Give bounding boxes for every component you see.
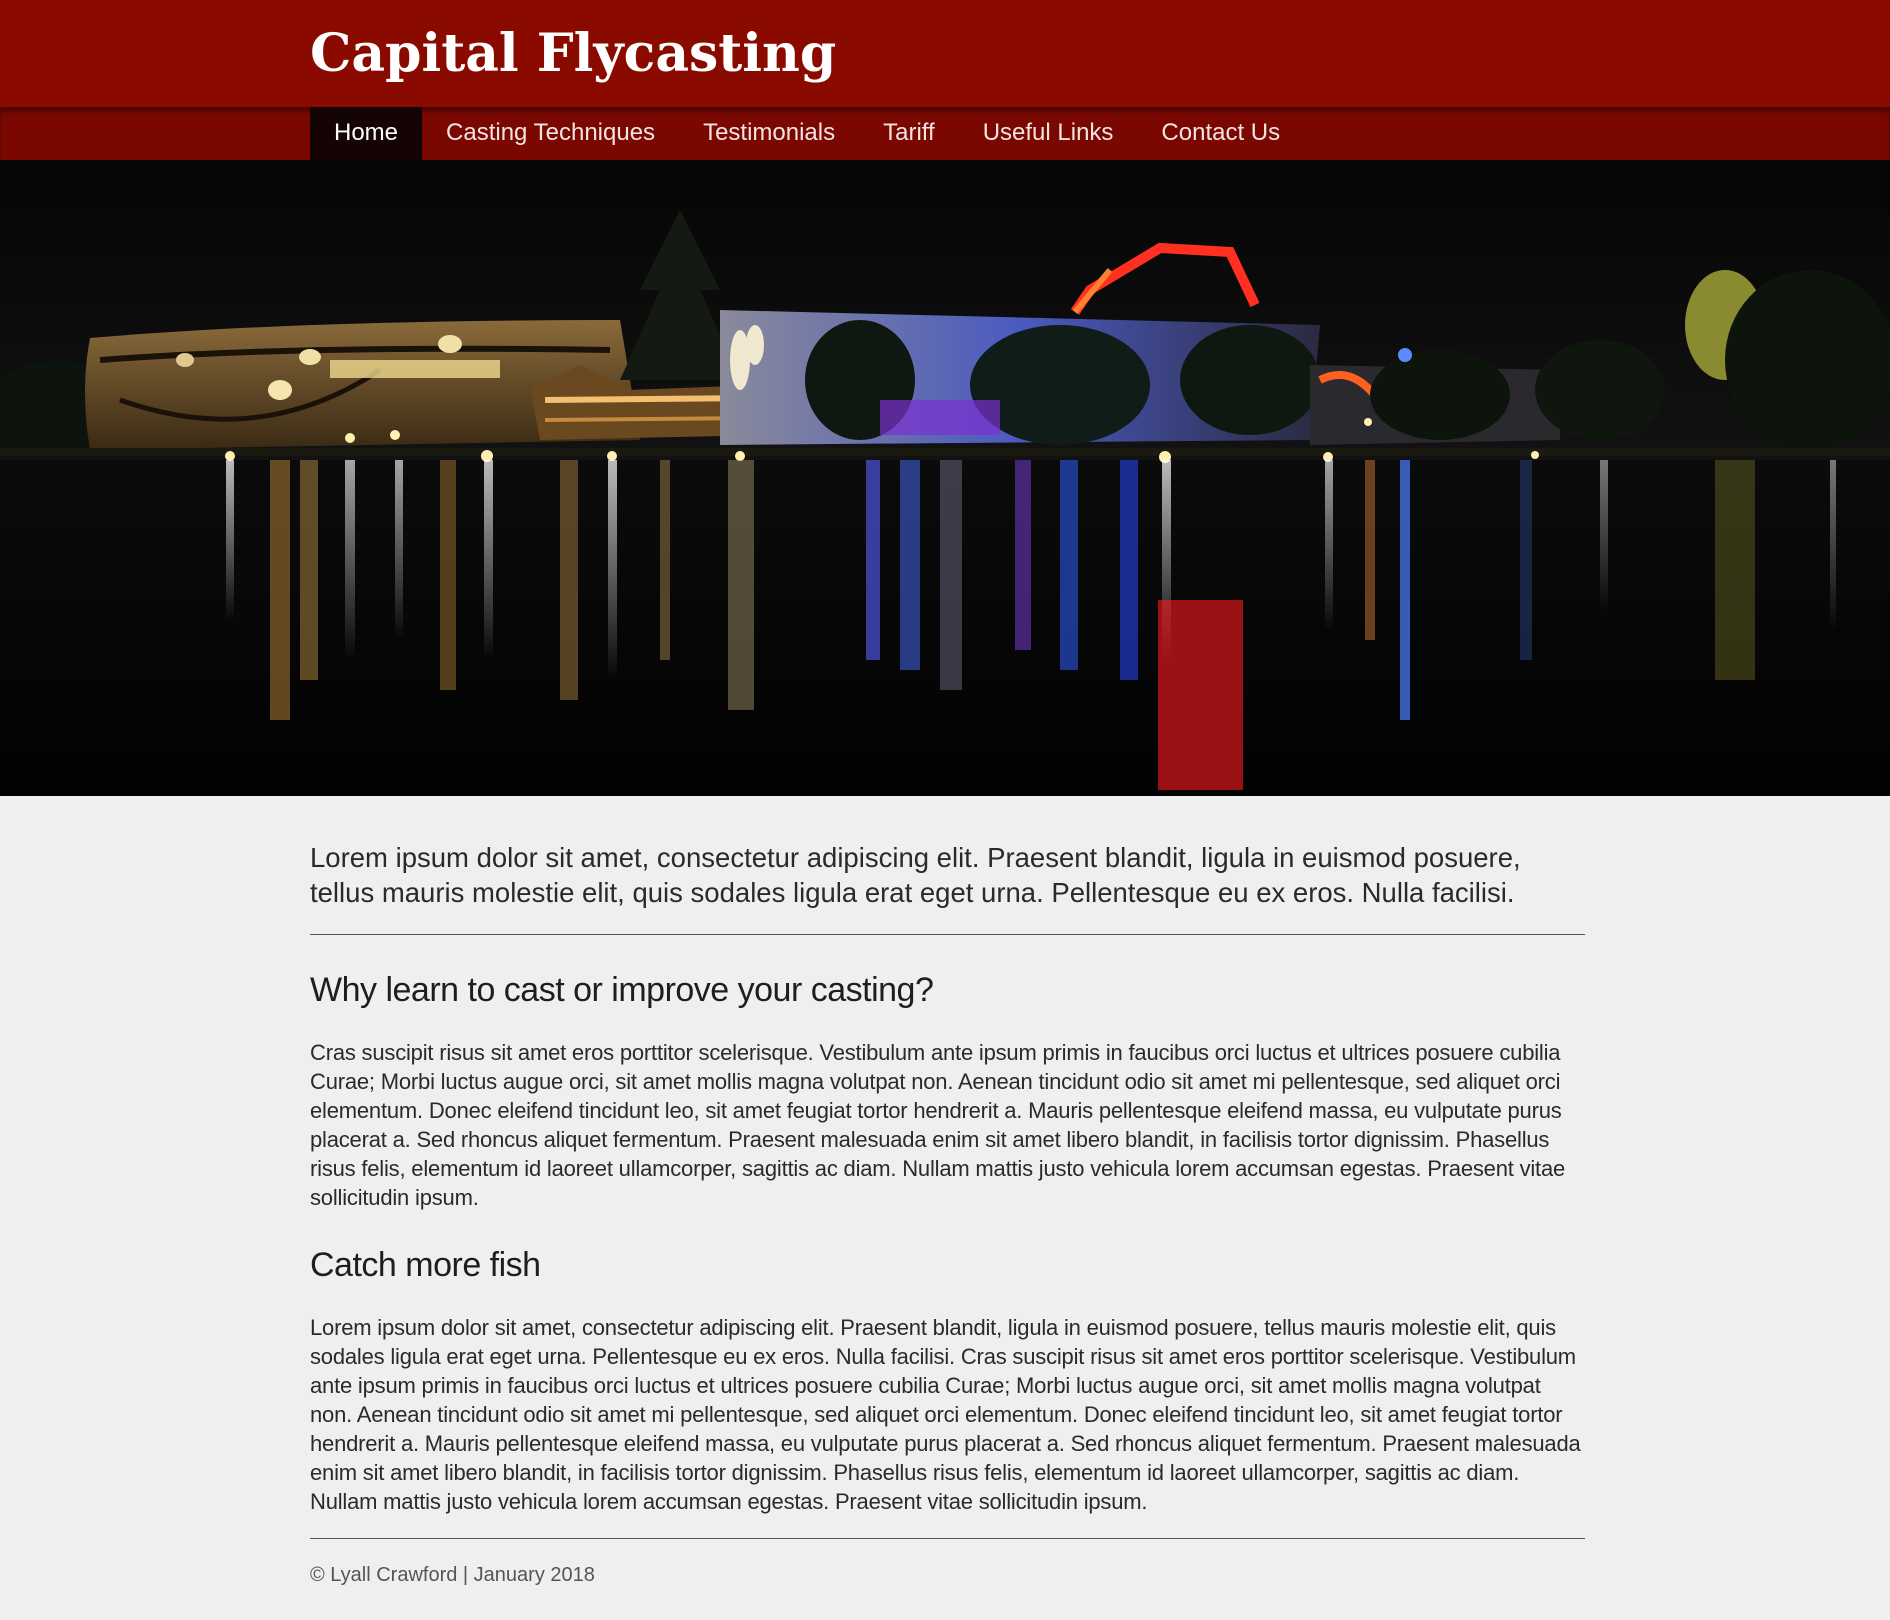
hero-image (0, 160, 1890, 796)
lead-paragraph: Lorem ipsum dolor sit amet, consectetur … (310, 842, 1521, 908)
nav-item-useful-links[interactable]: Useful Links (959, 107, 1138, 160)
nav-item-home[interactable]: Home (310, 107, 423, 160)
nav-item-tariff[interactable]: Tariff (859, 107, 959, 160)
nav-item-testimonials[interactable]: Testimonials (679, 107, 859, 160)
nav-item-casting-techniques[interactable]: Casting Techniques (422, 107, 679, 160)
main-content: Lorem ipsum dolor sit amet, consectetur … (310, 796, 1585, 1589)
hero-photo (0, 160, 1890, 796)
site-header: Capital Flycasting (0, 0, 1890, 107)
section-body-why-learn: Cras suscipit risus sit amet eros portti… (310, 1040, 1566, 1210)
section-body-catch-more-fish: Lorem ipsum dolor sit amet, consectetur … (310, 1315, 1581, 1514)
site-footer: © Lyall Crawford | January 2018 (310, 1561, 1585, 1589)
site-title[interactable]: Capital Flycasting (310, 18, 836, 90)
divider (310, 934, 1585, 935)
main-nav: Home Casting Techniques Testimonials Tar… (0, 107, 1890, 160)
section-heading-catch-more-fish: Catch more fish (310, 1246, 541, 1284)
section-heading-why-learn: Why learn to cast or improve your castin… (310, 971, 934, 1009)
footer-divider (310, 1538, 1585, 1539)
nav-item-contact-us[interactable]: Contact Us (1137, 107, 1304, 160)
footer-copyright: © Lyall Crawford | January 2018 (310, 1564, 595, 1586)
nav-list: Home Casting Techniques Testimonials Tar… (310, 107, 1304, 160)
